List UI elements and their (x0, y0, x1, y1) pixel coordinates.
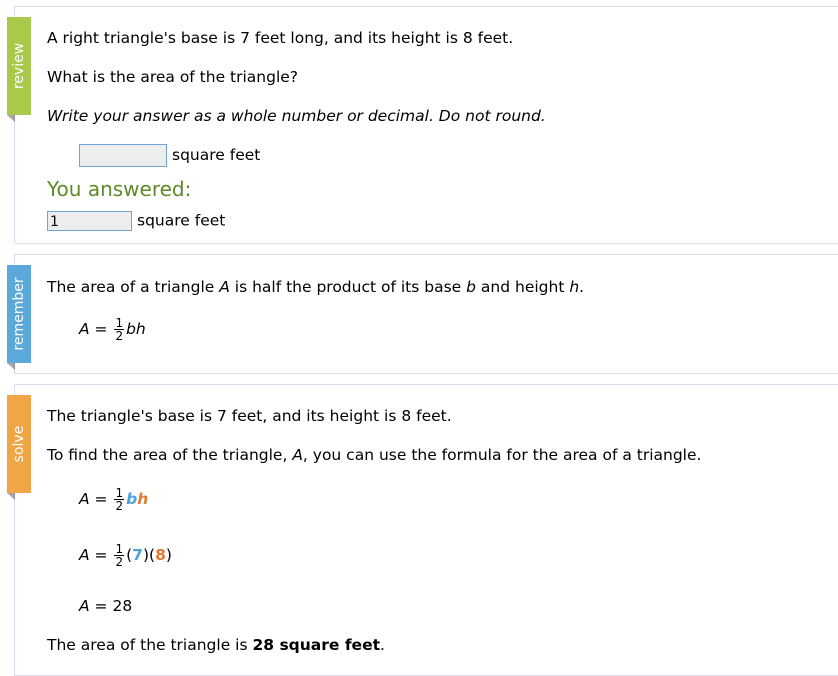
answer-input[interactable] (79, 144, 167, 167)
submitted-answer: 1 (47, 211, 132, 231)
rule-text: The area of a triangle A is half the pro… (47, 278, 585, 296)
review-tab: review (7, 17, 31, 122)
solve-tab: solve (7, 395, 31, 500)
review-tab-label: review (11, 42, 27, 90)
unit-label: square feet (172, 146, 261, 164)
solve-tab-label: solve (11, 425, 27, 463)
area-formula: A = 1 2 bh (79, 316, 146, 343)
remember-tab: remember (7, 265, 31, 370)
formula-substituted: A = 1 2 (7)(8) (79, 542, 172, 569)
remember-panel: remember The area of a triangle A is hal… (7, 254, 838, 374)
review-panel: review A right triangle's base is 7 feet… (7, 6, 838, 244)
instructions: Write your answer as a whole number or d… (47, 107, 546, 125)
solve-step-2: To find the area of the triangle, A, you… (47, 446, 702, 464)
solve-step-1: The triangle's base is 7 feet, and its h… (47, 407, 452, 425)
final-answer: The area of the triangle is 28 square fe… (47, 636, 385, 654)
formula-general: A = 1 2 bh (79, 486, 149, 513)
solve-panel: solve The triangle's base is 7 feet, and… (7, 384, 838, 676)
you-answered-heading: You answered: (47, 177, 192, 201)
remember-tab-label: remember (11, 277, 27, 351)
submitted-unit: square feet (137, 211, 226, 230)
formula-result: A = 28 (79, 597, 133, 615)
question-text: A right triangle's base is 7 feet long, … (47, 29, 514, 47)
question-prompt: What is the area of the triangle? (47, 68, 299, 86)
